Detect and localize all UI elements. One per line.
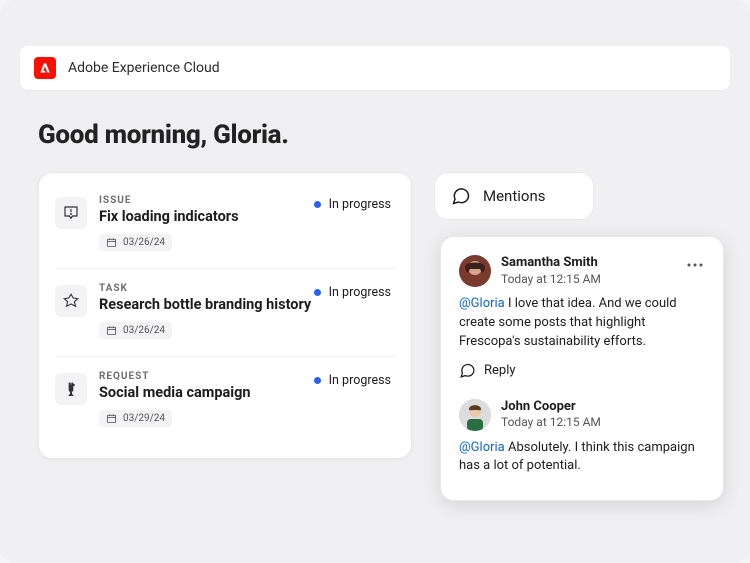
mention-item: Samantha Smith Today at 12:15 AM @Gloria… bbox=[459, 255, 705, 383]
mention-body: @Gloria I love that idea. And we could c… bbox=[459, 295, 705, 352]
reply-label: Reply bbox=[484, 363, 516, 378]
mention-tag[interactable]: @Gloria bbox=[459, 440, 505, 455]
work-item-status: In progress bbox=[314, 373, 391, 388]
work-item[interactable]: ISSUE Fix loading indicators 03/26/24 In… bbox=[55, 181, 395, 268]
issue-icon bbox=[55, 197, 87, 229]
status-dot-icon bbox=[314, 289, 321, 296]
top-bar: Adobe Experience Cloud bbox=[20, 46, 730, 90]
work-item-date: 03/26/24 bbox=[123, 325, 165, 336]
mention-tag[interactable]: @Gloria bbox=[459, 296, 505, 311]
more-options-button[interactable] bbox=[683, 253, 707, 277]
status-label: In progress bbox=[329, 373, 391, 388]
adobe-logo-icon bbox=[34, 57, 56, 79]
mention-author: Samantha Smith bbox=[501, 255, 601, 271]
mention-header: John Cooper Today at 12:15 AM bbox=[459, 399, 705, 431]
status-label: In progress bbox=[329, 197, 391, 212]
status-label: In progress bbox=[329, 285, 391, 300]
task-icon bbox=[55, 285, 87, 317]
more-icon bbox=[687, 263, 703, 267]
work-item-date-chip: 03/26/24 bbox=[99, 322, 172, 339]
work-item-date: 03/26/24 bbox=[123, 237, 165, 248]
mention-timestamp: Today at 12:15 AM bbox=[501, 415, 601, 430]
mentions-header-label: Mentions bbox=[483, 187, 545, 205]
work-item-status: In progress bbox=[314, 197, 391, 212]
calendar-icon bbox=[106, 325, 117, 336]
work-item[interactable]: TASK Research bottle branding history 03… bbox=[55, 268, 395, 356]
work-item-date-chip: 03/29/24 bbox=[99, 410, 172, 427]
calendar-icon bbox=[106, 413, 117, 424]
chat-icon bbox=[451, 186, 471, 206]
mention-item: John Cooper Today at 12:15 AM @Gloria Ab… bbox=[459, 399, 705, 477]
work-items-card: ISSUE Fix loading indicators 03/26/24 In… bbox=[38, 172, 412, 459]
mentions-card: Samantha Smith Today at 12:15 AM @Gloria… bbox=[440, 236, 724, 501]
mention-header: Samantha Smith Today at 12:15 AM bbox=[459, 255, 705, 287]
avatar bbox=[459, 255, 491, 287]
chat-icon bbox=[459, 362, 476, 379]
greeting-title: Good morning, Gloria. bbox=[38, 120, 289, 150]
avatar bbox=[459, 399, 491, 431]
status-dot-icon bbox=[314, 201, 321, 208]
mention-author: John Cooper bbox=[501, 399, 601, 415]
mention-body: @Gloria Absolutely. I think this campaig… bbox=[459, 439, 705, 477]
work-item-date-chip: 03/26/24 bbox=[99, 234, 172, 251]
mentions-header[interactable]: Mentions bbox=[434, 172, 594, 220]
work-item[interactable]: REQUEST Social media campaign 03/29/24 I… bbox=[55, 356, 395, 444]
reply-button[interactable]: Reply bbox=[459, 362, 516, 379]
work-item-date: 03/29/24 bbox=[123, 413, 165, 424]
brand-label: Adobe Experience Cloud bbox=[68, 60, 220, 76]
app-window: Adobe Experience Cloud Good morning, Glo… bbox=[0, 0, 750, 563]
work-item-status: In progress bbox=[314, 285, 391, 300]
request-icon bbox=[55, 373, 87, 405]
mention-timestamp: Today at 12:15 AM bbox=[501, 272, 601, 287]
status-dot-icon bbox=[314, 377, 321, 384]
calendar-icon bbox=[106, 237, 117, 248]
